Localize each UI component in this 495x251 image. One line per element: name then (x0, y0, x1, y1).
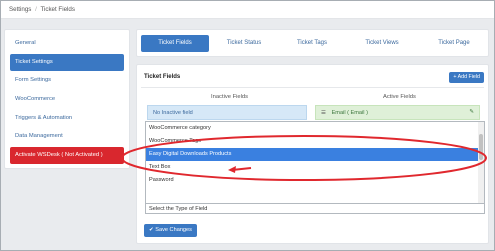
sidebar-item-woocommerce[interactable]: WooCommerce (10, 91, 124, 108)
check-icon: ✔ (149, 227, 154, 233)
inactive-fields-placeholder: No Inactive field (147, 105, 307, 120)
panel-title: Ticket Fields (144, 74, 181, 80)
save-changes-button[interactable]: ✔ Save Changes (144, 224, 197, 237)
drag-handle-icon[interactable]: ☰ (321, 110, 326, 116)
tab-ticket-fields[interactable]: Ticket Fields (141, 35, 209, 52)
tabs-bar: Ticket Fields Ticket Status Ticket Tags … (136, 29, 489, 57)
settings-sidebar: General Ticket Settings Form Settings Wo… (4, 29, 130, 169)
dropdown-option-selected[interactable]: Easy Digital Downloads Products (146, 148, 484, 161)
divider (141, 87, 484, 88)
scrollbar-thumb[interactable] (479, 134, 483, 160)
tab-ticket-views[interactable]: Ticket Views (352, 35, 412, 52)
dropdown-option[interactable]: Password (146, 174, 484, 187)
sidebar-item-ticket-settings[interactable]: Ticket Settings (10, 53, 124, 71)
sidebar-item-triggers-automation[interactable]: Triggers & Automation (10, 110, 124, 127)
dropdown-scrollbar[interactable] (478, 122, 484, 212)
active-field-email[interactable]: ☰ Email ( Email ) ✎ (315, 105, 480, 120)
sidebar-item-general[interactable]: General (10, 35, 124, 52)
breadcrumb-separator: / (35, 6, 37, 13)
breadcrumb: Settings / Ticket Fields (1, 1, 494, 19)
add-field-button[interactable]: + Add Field (449, 72, 484, 83)
dropdown-option[interactable]: WooCommerce Tags (146, 135, 484, 148)
sidebar-item-activate[interactable]: Activate WSDesk ( Not Activated ) (10, 147, 124, 165)
field-type-select[interactable]: Select the Type of Field (145, 203, 485, 214)
sidebar-item-data-management[interactable]: Data Management (10, 128, 124, 145)
tab-ticket-page[interactable]: Ticket Page (423, 35, 485, 52)
active-fields-header: Active Fields (383, 94, 416, 100)
active-field-label: Email ( Email ) (331, 110, 368, 116)
inactive-fields-header: Inactive Fields (211, 94, 249, 100)
edit-pencil-icon[interactable]: ✎ (469, 109, 474, 115)
sidebar-item-form-settings[interactable]: Form Settings (10, 72, 124, 89)
tab-ticket-status[interactable]: Ticket Status (215, 35, 273, 52)
tab-ticket-tags[interactable]: Ticket Tags (282, 35, 342, 52)
field-type-dropdown-list[interactable]: WooCommerce category WooCommerce Tags Ea… (145, 121, 485, 213)
dropdown-option[interactable]: Text Box (146, 161, 484, 174)
dropdown-option[interactable]: WooCommerce category (146, 122, 484, 135)
breadcrumb-root[interactable]: Settings (9, 6, 31, 13)
save-changes-label: Save Changes (155, 227, 192, 233)
breadcrumb-current: Ticket Fields (40, 6, 75, 13)
